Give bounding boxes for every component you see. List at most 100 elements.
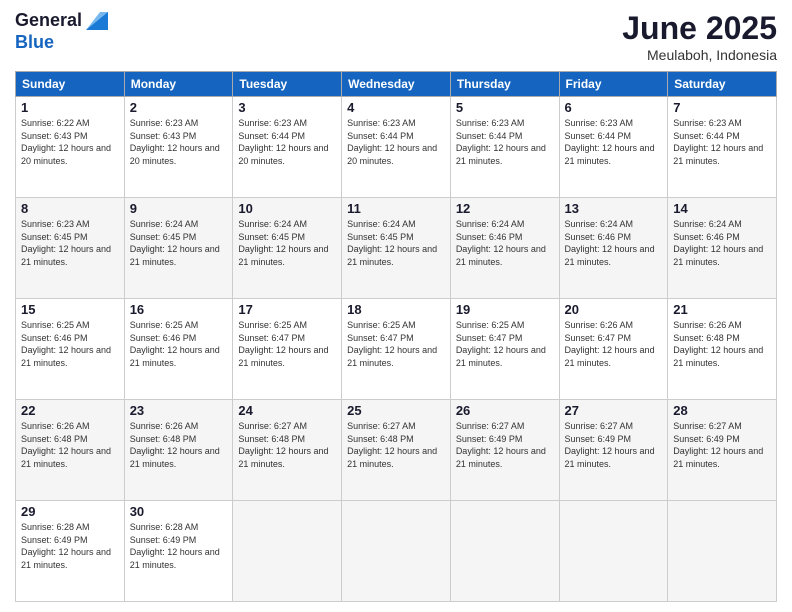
day-info: Sunrise: 6:26 AMSunset: 6:48 PMDaylight:… — [21, 420, 119, 470]
calendar-cell: 10 Sunrise: 6:24 AMSunset: 6:45 PMDayligh… — [233, 198, 342, 299]
day-number: 4 — [347, 100, 445, 115]
logo-general-text: General — [15, 10, 82, 32]
day-number: 18 — [347, 302, 445, 317]
day-info: Sunrise: 6:26 AMSunset: 6:48 PMDaylight:… — [673, 319, 771, 369]
day-info: Sunrise: 6:23 AMSunset: 6:44 PMDaylight:… — [673, 117, 771, 167]
day-info: Sunrise: 6:23 AMSunset: 6:44 PMDaylight:… — [456, 117, 554, 167]
calendar-week-2: 8 Sunrise: 6:23 AMSunset: 6:45 PMDaylight… — [16, 198, 777, 299]
calendar-page: General Blue June 2025 Meulaboh, Indones… — [0, 0, 792, 612]
day-number: 13 — [565, 201, 663, 216]
calendar-cell: 17 Sunrise: 6:25 AMSunset: 6:47 PMDayligh… — [233, 299, 342, 400]
calendar-cell — [668, 501, 777, 602]
day-number: 8 — [21, 201, 119, 216]
calendar-cell: 14 Sunrise: 6:24 AMSunset: 6:46 PMDayligh… — [668, 198, 777, 299]
calendar-cell: 20Sunrise: 6:26 AMSunset: 6:47 PMDayligh… — [559, 299, 668, 400]
day-info: Sunrise: 6:26 AMSunset: 6:47 PMDaylight:… — [565, 319, 663, 369]
day-number: 17 — [238, 302, 336, 317]
day-number: 6 — [565, 100, 663, 115]
day-number: 11 — [347, 201, 445, 216]
calendar-cell: 7 Sunrise: 6:23 AMSunset: 6:44 PMDaylight… — [668, 97, 777, 198]
day-number: 15 — [21, 302, 119, 317]
day-info: Sunrise: 6:23 AMSunset: 6:43 PMDaylight:… — [130, 117, 228, 167]
day-info: Sunrise: 6:25 AMSunset: 6:47 PMDaylight:… — [347, 319, 445, 369]
logo-icon — [86, 12, 108, 30]
day-number: 7 — [673, 100, 771, 115]
day-number: 14 — [673, 201, 771, 216]
calendar-cell: 24Sunrise: 6:27 AMSunset: 6:48 PMDayligh… — [233, 400, 342, 501]
day-number: 25 — [347, 403, 445, 418]
calendar-week-5: 29 Sunrise: 6:28 AMSunset: 6:49 PMDayligh… — [16, 501, 777, 602]
day-number: 10 — [238, 201, 336, 216]
calendar-body: 1Sunrise: 6:22 AMSunset: 6:43 PMDaylight… — [16, 97, 777, 602]
day-number: 24 — [238, 403, 336, 418]
calendar-cell: 6 Sunrise: 6:23 AMSunset: 6:44 PMDaylight… — [559, 97, 668, 198]
calendar-cell: 16 Sunrise: 6:25 AMSunset: 6:46 PMDayligh… — [124, 299, 233, 400]
calendar-cell: 23 Sunrise: 6:26 AMSunset: 6:48 PMDayligh… — [124, 400, 233, 501]
calendar-cell: 19 Sunrise: 6:25 AMSunset: 6:47 PMDayligh… — [450, 299, 559, 400]
day-info: Sunrise: 6:23 AMSunset: 6:44 PMDaylight:… — [565, 117, 663, 167]
calendar-cell: 13 Sunrise: 6:24 AMSunset: 6:46 PMDayligh… — [559, 198, 668, 299]
day-info: Sunrise: 6:27 AMSunset: 6:49 PMDaylight:… — [673, 420, 771, 470]
day-number: 3 — [238, 100, 336, 115]
day-number: 28 — [673, 403, 771, 418]
day-info: Sunrise: 6:24 AMSunset: 6:45 PMDaylight:… — [238, 218, 336, 268]
day-info: Sunrise: 6:23 AMSunset: 6:45 PMDaylight:… — [21, 218, 119, 268]
header: General Blue June 2025 Meulaboh, Indones… — [15, 10, 777, 63]
day-info: Sunrise: 6:25 AMSunset: 6:46 PMDaylight:… — [21, 319, 119, 369]
day-info: Sunrise: 6:24 AMSunset: 6:46 PMDaylight:… — [456, 218, 554, 268]
day-info: Sunrise: 6:23 AMSunset: 6:44 PMDaylight:… — [238, 117, 336, 167]
day-info: Sunrise: 6:28 AMSunset: 6:49 PMDaylight:… — [130, 521, 228, 571]
weekday-header-sunday: Sunday — [16, 72, 125, 97]
logo: General Blue — [15, 10, 108, 53]
day-info: Sunrise: 6:27 AMSunset: 6:49 PMDaylight:… — [456, 420, 554, 470]
calendar-cell: 1Sunrise: 6:22 AMSunset: 6:43 PMDaylight… — [16, 97, 125, 198]
calendar-week-4: 22 Sunrise: 6:26 AMSunset: 6:48 PMDayligh… — [16, 400, 777, 501]
calendar-cell: 18 Sunrise: 6:25 AMSunset: 6:47 PMDayligh… — [342, 299, 451, 400]
day-info: Sunrise: 6:24 AMSunset: 6:46 PMDaylight:… — [673, 218, 771, 268]
calendar-cell: 3 Sunrise: 6:23 AMSunset: 6:44 PMDaylight… — [233, 97, 342, 198]
day-number: 22 — [21, 403, 119, 418]
day-number: 30 — [130, 504, 228, 519]
calendar-cell: 2 Sunrise: 6:23 AMSunset: 6:43 PMDaylight… — [124, 97, 233, 198]
day-number: 26 — [456, 403, 554, 418]
calendar-cell: 29 Sunrise: 6:28 AMSunset: 6:49 PMDayligh… — [16, 501, 125, 602]
weekday-header-wednesday: Wednesday — [342, 72, 451, 97]
day-number: 2 — [130, 100, 228, 115]
day-number: 23 — [130, 403, 228, 418]
day-info: Sunrise: 6:25 AMSunset: 6:46 PMDaylight:… — [130, 319, 228, 369]
day-number: 16 — [130, 302, 228, 317]
weekday-header-thursday: Thursday — [450, 72, 559, 97]
calendar-header: SundayMondayTuesdayWednesdayThursdayFrid… — [16, 72, 777, 97]
title-block: June 2025 Meulaboh, Indonesia — [622, 10, 777, 63]
day-number: 21 — [673, 302, 771, 317]
weekday-header-tuesday: Tuesday — [233, 72, 342, 97]
calendar-week-3: 15 Sunrise: 6:25 AMSunset: 6:46 PMDayligh… — [16, 299, 777, 400]
calendar-table: SundayMondayTuesdayWednesdayThursdayFrid… — [15, 71, 777, 602]
day-info: Sunrise: 6:25 AMSunset: 6:47 PMDaylight:… — [238, 319, 336, 369]
weekday-header-saturday: Saturday — [668, 72, 777, 97]
calendar-cell — [233, 501, 342, 602]
calendar-cell: 12 Sunrise: 6:24 AMSunset: 6:46 PMDayligh… — [450, 198, 559, 299]
day-info: Sunrise: 6:27 AMSunset: 6:48 PMDaylight:… — [347, 420, 445, 470]
day-info: Sunrise: 6:26 AMSunset: 6:48 PMDaylight:… — [130, 420, 228, 470]
location: Meulaboh, Indonesia — [622, 47, 777, 63]
calendar-cell: 9Sunrise: 6:24 AMSunset: 6:45 PMDaylight… — [124, 198, 233, 299]
day-number: 19 — [456, 302, 554, 317]
calendar-cell: 25 Sunrise: 6:27 AMSunset: 6:48 PMDayligh… — [342, 400, 451, 501]
day-number: 12 — [456, 201, 554, 216]
day-number: 27 — [565, 403, 663, 418]
calendar-cell — [342, 501, 451, 602]
day-info: Sunrise: 6:25 AMSunset: 6:47 PMDaylight:… — [456, 319, 554, 369]
day-number: 1 — [21, 100, 119, 115]
month-title: June 2025 — [622, 10, 777, 47]
calendar-cell: 8 Sunrise: 6:23 AMSunset: 6:45 PMDaylight… — [16, 198, 125, 299]
day-number: 29 — [21, 504, 119, 519]
calendar-cell: 22 Sunrise: 6:26 AMSunset: 6:48 PMDayligh… — [16, 400, 125, 501]
day-info: Sunrise: 6:24 AMSunset: 6:46 PMDaylight:… — [565, 218, 663, 268]
day-number: 9 — [130, 201, 228, 216]
day-info: Sunrise: 6:28 AMSunset: 6:49 PMDaylight:… — [21, 521, 119, 571]
calendar-cell: 4Sunrise: 6:23 AMSunset: 6:44 PMDaylight… — [342, 97, 451, 198]
weekday-header-monday: Monday — [124, 72, 233, 97]
weekday-header-row: SundayMondayTuesdayWednesdayThursdayFrid… — [16, 72, 777, 97]
calendar-cell — [450, 501, 559, 602]
